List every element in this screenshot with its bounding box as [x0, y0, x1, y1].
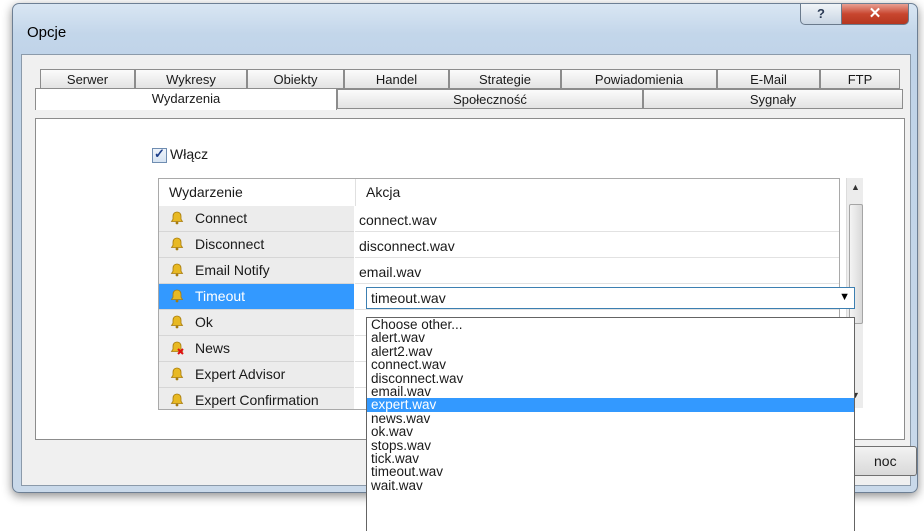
table-row[interactable]: Connect connect.wav [159, 206, 839, 232]
event-name: News [195, 340, 231, 356]
dropdown-option-highlighted[interactable]: expert.wav [367, 398, 854, 412]
dropdown-option[interactable]: stops.wav [367, 438, 854, 452]
dropdown-option[interactable]: tick.wav [367, 451, 854, 465]
dialog-title: Opcje [27, 24, 67, 41]
bell-disabled-icon [170, 341, 184, 355]
dropdown-option[interactable]: Choose other... [367, 318, 854, 332]
chevron-down-icon[interactable]: ▼ [839, 291, 850, 303]
dropdown-option[interactable]: ok.wav [367, 425, 854, 439]
tab-wydarzenia[interactable]: Wydarzenia [35, 88, 337, 110]
dropdown-option[interactable]: alert2.wav [367, 344, 854, 358]
dropdown-option[interactable]: disconnect.wav [367, 371, 854, 385]
column-header-action[interactable]: Akcja [355, 179, 839, 206]
event-name: Expert Confirmation [195, 392, 319, 408]
close-button[interactable]: ✕ [841, 4, 909, 25]
enable-checkbox[interactable]: ✓ [152, 146, 167, 163]
dropdown-option[interactable]: news.wav [367, 411, 854, 425]
help-button[interactable]: ? [800, 4, 842, 25]
dropdown-option[interactable]: alert.wav [367, 331, 854, 345]
tab-obiekty[interactable]: Obiekty [247, 69, 344, 89]
tab-powiadomienia[interactable]: Powiadomienia [561, 69, 717, 89]
tab-sygnaly[interactable]: Sygnały [643, 89, 903, 109]
sound-select-value: timeout.wav [371, 290, 446, 306]
bell-icon [170, 237, 184, 251]
event-name: Connect [195, 210, 248, 226]
bell-icon [170, 263, 184, 277]
event-name: Ok [195, 314, 213, 330]
tab-strategie[interactable]: Strategie [449, 69, 561, 89]
help-icon: ? [817, 6, 825, 21]
dropdown-option[interactable]: timeout.wav [367, 465, 854, 479]
checkmark-icon: ✓ [154, 146, 165, 161]
close-icon: ✕ [868, 5, 882, 22]
event-action: disconnect.wav [359, 238, 455, 254]
event-action: connect.wav [359, 212, 437, 228]
bell-icon [170, 315, 184, 329]
event-action: email.wav [359, 264, 422, 280]
dropdown-option[interactable]: email.wav [367, 385, 854, 399]
tab-email[interactable]: E-Mail [717, 69, 820, 89]
bell-icon [170, 367, 184, 381]
tab-handel[interactable]: Handel [344, 69, 449, 89]
dropdown-option[interactable]: connect.wav [367, 358, 854, 372]
bell-icon [170, 289, 184, 303]
column-header-event[interactable]: Wydarzenie [159, 179, 355, 206]
scroll-up-icon[interactable]: ▲ [851, 182, 860, 192]
tab-spolecznosc[interactable]: Społeczność [337, 89, 643, 109]
bell-icon [170, 211, 184, 225]
event-name: Timeout [195, 288, 246, 304]
tab-wykresy[interactable]: Wykresy [135, 69, 247, 89]
sound-dropdown-list: Choose other... alert.wav alert2.wav con… [366, 317, 855, 531]
table-row[interactable]: Disconnect disconnect.wav [159, 232, 839, 258]
event-name: Email Notify [195, 262, 270, 278]
table-row[interactable]: Email Notify email.wav [159, 258, 839, 284]
enable-checkbox-label: Włącz [170, 146, 209, 162]
dropdown-option[interactable]: wait.wav [367, 478, 854, 492]
event-name: Disconnect [195, 236, 265, 252]
event-name: Expert Advisor [195, 366, 286, 382]
tab-serwer[interactable]: Serwer [40, 69, 135, 89]
sound-select[interactable]: timeout.wav ▼ [366, 287, 855, 309]
bell-icon [170, 393, 184, 407]
help-dialog-button-label: noc [874, 453, 897, 469]
tab-ftp[interactable]: FTP [820, 69, 900, 89]
